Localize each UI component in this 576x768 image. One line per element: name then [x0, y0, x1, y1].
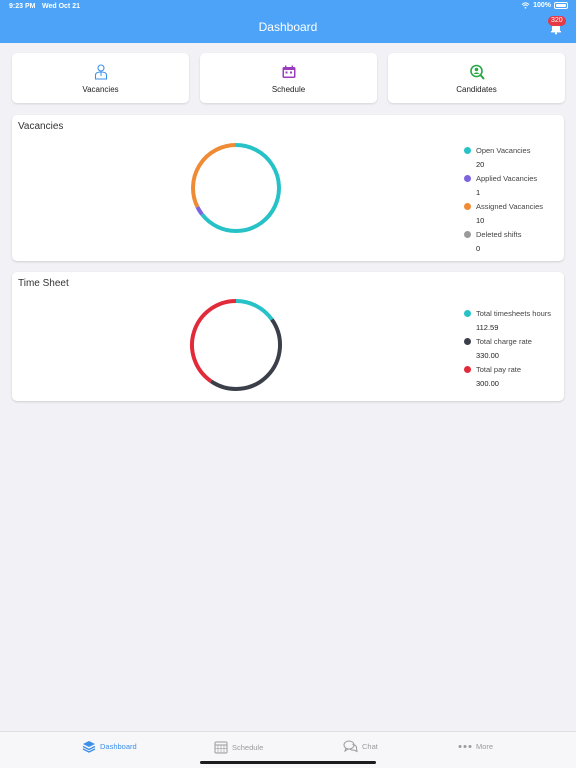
- legend-label: Applied Vacancies: [476, 174, 538, 183]
- candidates-tile[interactable]: Candidates: [388, 53, 565, 103]
- status-time: 9:23 PM: [9, 3, 36, 10]
- battery-percent: 100%: [533, 2, 551, 9]
- tab-chat[interactable]: Chat: [343, 740, 378, 753]
- legend-dot: [464, 338, 471, 345]
- legend-dot: [464, 175, 471, 182]
- legend-value: 10: [476, 216, 485, 225]
- donut-slice-assigned-vacancies: [191, 143, 237, 208]
- wifi-icon: [521, 2, 530, 9]
- legend-value: 20: [476, 160, 485, 169]
- page-title: Dashboard: [258, 20, 318, 34]
- tab-dashboard[interactable]: Dashboard: [82, 740, 137, 753]
- legend-value: 1: [476, 188, 481, 197]
- donut-slice-open-vacancies: [200, 143, 281, 233]
- vacancies-card: Vacancies Open Vacancies 20 Applied Vaca…: [12, 115, 564, 261]
- tab-label: More: [476, 742, 494, 751]
- donut-slice-total-charge-rate: [209, 318, 282, 391]
- battery-icon: [554, 2, 568, 9]
- ellipsis-icon: [458, 745, 472, 748]
- layers-icon: [82, 741, 96, 753]
- legend-dot: [464, 366, 471, 373]
- legend-label: Total charge rate: [476, 337, 532, 346]
- legend-value: 330.00: [476, 351, 499, 360]
- donut-slice-total-timesheets-hours: [235, 299, 274, 321]
- vacancies-tile[interactable]: Vacancies: [12, 53, 189, 103]
- tab-label: Dashboard: [100, 742, 137, 751]
- notification-badge: 320: [548, 16, 566, 26]
- legend-label: Total timesheets hours: [476, 309, 552, 318]
- calendar-icon: [282, 65, 295, 78]
- tile-label: Vacancies: [82, 85, 119, 94]
- vacancies-donut-chart: [191, 143, 281, 233]
- legend-dot: [464, 203, 471, 210]
- legend-value: 300.00: [476, 379, 499, 388]
- legend-label: Assigned Vacancies: [476, 202, 543, 211]
- tab-label: Chat: [362, 742, 378, 751]
- calendar-icon: [214, 741, 228, 754]
- schedule-tile[interactable]: Schedule: [200, 53, 377, 103]
- legend-dot: [464, 147, 471, 154]
- chat-bubbles-icon: [343, 740, 358, 753]
- legend-dot: [464, 231, 471, 238]
- tab-schedule[interactable]: Schedule: [214, 740, 263, 754]
- legend-value: 0: [476, 244, 481, 253]
- legend-label: Total pay rate: [476, 365, 522, 374]
- legend-value: 112.59: [476, 323, 499, 332]
- home-indicator: [200, 761, 376, 764]
- timesheet-donut-chart: [190, 299, 282, 391]
- tab-more[interactable]: More: [458, 740, 493, 753]
- donut-slice-applied-vacancies: [195, 206, 204, 216]
- status-indicators: 100%: [521, 2, 568, 9]
- top-bar: 9:23 PM Wed Oct 21 100% Dashboard 320: [0, 0, 576, 43]
- person-icon: [94, 64, 107, 80]
- legend-dot: [464, 310, 471, 317]
- donut-slice-total-pay-rate: [190, 299, 237, 383]
- tile-label: Schedule: [271, 85, 306, 94]
- search-person-icon: [469, 64, 484, 80]
- card-title: Vacancies: [18, 121, 64, 132]
- tile-label: Candidates: [456, 85, 497, 94]
- status-date: Wed Oct 21: [42, 3, 80, 10]
- tab-label: Schedule: [232, 742, 264, 752]
- legend-label: Deleted shifts: [476, 230, 522, 239]
- timesheet-card: Time Sheet Total timesheets hours 112.59…: [12, 272, 564, 401]
- card-title: Time Sheet: [18, 278, 69, 289]
- legend-label: Open Vacancies: [476, 146, 531, 155]
